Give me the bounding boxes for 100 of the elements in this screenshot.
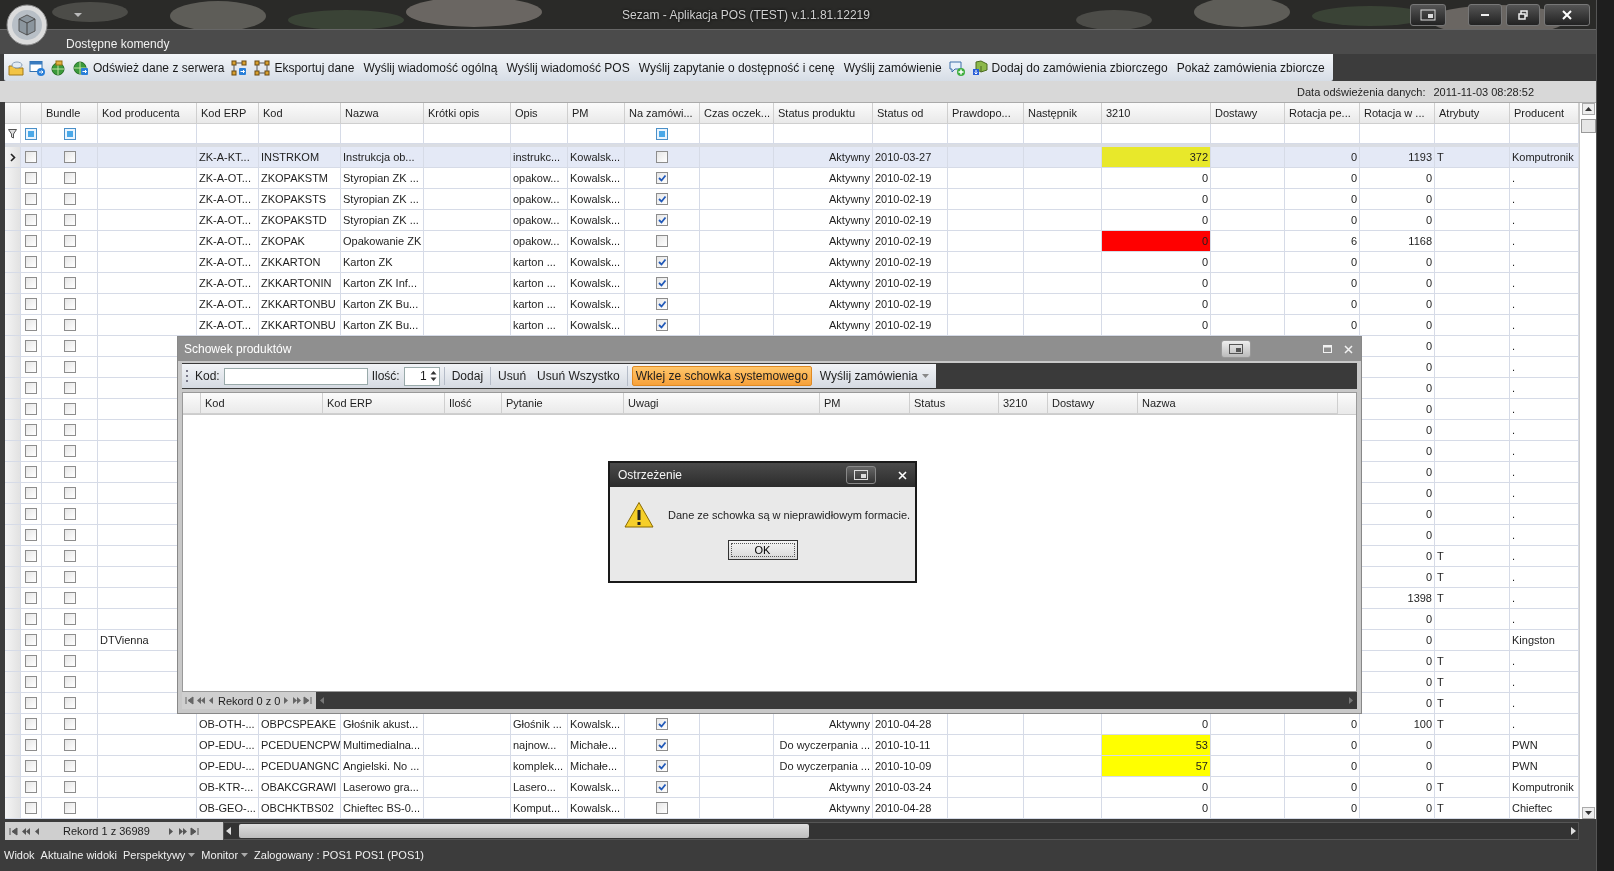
maximize-button[interactable]	[1506, 3, 1540, 26]
checkbox[interactable]	[63, 508, 76, 520]
checkbox[interactable]	[63, 592, 76, 604]
status-dropdown[interactable]: Perspektywy	[123, 849, 196, 861]
checkbox[interactable]	[63, 634, 76, 646]
checkbox[interactable]	[656, 802, 668, 814]
minimize-button[interactable]	[1468, 3, 1502, 26]
checkbox[interactable]	[25, 781, 37, 793]
checkbox[interactable]	[25, 655, 37, 667]
table-row[interactable]: OP-EDU-... PCEDUANGNC Angielski. No ... komplek... Michałe... Do wyczerpania ... 2010-10-09 57 0 0 PWN	[5, 756, 1579, 777]
checkbox[interactable]	[25, 151, 37, 163]
checkbox[interactable]	[63, 298, 76, 310]
checkbox[interactable]	[656, 172, 668, 184]
column-header[interactable]: Ilość	[445, 393, 502, 414]
horizontal-scrollbar[interactable]	[223, 822, 1579, 840]
checkbox[interactable]	[63, 193, 76, 205]
checkbox[interactable]	[63, 781, 76, 793]
checkbox[interactable]	[25, 277, 37, 289]
checkbox[interactable]	[25, 256, 37, 268]
filter-cell[interactable]	[259, 124, 341, 144]
checkbox[interactable]	[63, 256, 76, 268]
filter-cell[interactable]	[1360, 124, 1435, 144]
checkbox[interactable]	[63, 571, 76, 583]
scroll-thumb[interactable]	[239, 824, 809, 838]
row-header[interactable]	[5, 124, 21, 144]
checkbox[interactable]	[25, 550, 37, 562]
checkbox[interactable]	[63, 214, 76, 226]
checkbox[interactable]	[25, 634, 37, 646]
window-button[interactable]	[1410, 3, 1446, 26]
table-row[interactable]: OB-KTR-... OBAKCGRAWI Laserowo gra... Lasero... Kowalsk... Aktywny 2010-03-24 0 0 0 T Komputronik	[5, 777, 1579, 798]
checkbox[interactable]	[63, 445, 76, 457]
toolbar-button[interactable]: Pokaż zamówienia zbiorcze	[1174, 58, 1327, 77]
checkbox[interactable]	[63, 760, 76, 772]
checkbox[interactable]	[25, 613, 37, 625]
toolbar-button[interactable]: Odśwież dane z serwera	[71, 57, 227, 78]
checkbox[interactable]	[63, 361, 76, 373]
checkbox[interactable]	[63, 655, 76, 667]
checkbox[interactable]	[25, 697, 37, 709]
column-header[interactable]: Kod	[201, 393, 323, 414]
checkbox[interactable]	[63, 424, 76, 436]
checkbox[interactable]	[63, 529, 76, 541]
filter-cell[interactable]	[21, 124, 42, 144]
table-row[interactable]: OP-EDU-... PCEDUENCPW Multimedialna... najnow... Michałe... Do wyczerpania ... 2010-10-11 53 0 0 PWN	[5, 735, 1579, 756]
status-menu[interactable]: Aktualne widoki	[40, 849, 117, 861]
last-page-icon[interactable]	[303, 696, 314, 705]
checkbox[interactable]	[63, 340, 76, 352]
toolbar-button[interactable]: Wyślij zamówienie	[841, 58, 944, 77]
column-header[interactable]: Pytanie	[502, 393, 624, 414]
toolbar-button[interactable]: Dodaj do zamówienia zbiorczego	[969, 57, 1170, 78]
folder-icon[interactable]	[8, 59, 24, 76]
checkbox[interactable]	[63, 466, 76, 478]
filter-cell[interactable]	[424, 124, 511, 144]
ok-button[interactable]: OK	[727, 540, 798, 560]
table-row[interactable]: OB-GEO-... OBCHKTBS02 Chieftec BS-0... Komput... Kowalsk... Aktywny 2010-04-28 0 0 0 T Chieftec	[5, 798, 1579, 819]
table-row[interactable]: ZK-A-OT... ZKKARTONBU Karton ZK Bu... karton ... Kowalsk... Aktywny 2010-02-19 0 0 0 .	[5, 294, 1579, 315]
nodes-icon[interactable]	[231, 59, 248, 76]
column-header[interactable]: Dostawy	[1048, 393, 1138, 414]
table-row[interactable]: ZK-A-KT... INSTRKOM Instrukcja ob... instrukc... Kowalsk... Aktywny 2010-03-27 372 0 1193 T Komputronik	[5, 147, 1579, 168]
column-header[interactable]: 3210	[999, 393, 1048, 414]
filter-icon[interactable]	[8, 128, 17, 139]
filter-cell[interactable]	[774, 124, 873, 144]
checkbox[interactable]	[25, 235, 37, 247]
checkbox[interactable]	[63, 151, 76, 163]
grip-icon[interactable]	[186, 369, 189, 383]
checkbox[interactable]	[656, 235, 668, 247]
checkbox[interactable]	[25, 340, 37, 352]
checkbox[interactable]	[25, 802, 37, 814]
checkbox[interactable]	[25, 760, 37, 772]
speech-bubble-icon[interactable]	[948, 59, 965, 76]
column-header[interactable]: Uwagi	[624, 393, 820, 414]
checkbox[interactable]	[63, 403, 76, 415]
quantity-spinner[interactable]: 1	[403, 366, 440, 386]
checkbox[interactable]	[656, 214, 668, 226]
status-dropdown[interactable]: Monitor	[201, 849, 249, 861]
checkbox[interactable]	[25, 466, 37, 478]
checkbox[interactable]	[25, 445, 37, 457]
checkbox[interactable]	[63, 382, 76, 394]
checkbox[interactable]	[25, 739, 37, 751]
checkbox[interactable]	[63, 235, 76, 247]
checkbox[interactable]	[25, 193, 37, 205]
status-menu[interactable]: Widok	[4, 849, 35, 861]
next-page-icon[interactable]	[177, 826, 188, 836]
row-header[interactable]	[5, 147, 21, 168]
checkbox[interactable]	[656, 760, 668, 772]
previous-page-icon[interactable]	[196, 696, 206, 705]
checkbox[interactable]	[656, 739, 668, 751]
toolbar-button[interactable]: Wklej ze schowka systemowego	[631, 366, 812, 386]
checkbox[interactable]	[25, 487, 37, 499]
filter-checkbox-icon[interactable]	[25, 127, 37, 140]
checkbox[interactable]	[63, 676, 76, 688]
scroll-right-icon[interactable]	[1569, 826, 1578, 836]
checkbox[interactable]	[25, 214, 37, 226]
next-page-icon[interactable]	[292, 696, 303, 705]
column-header[interactable]: Nazwa	[1138, 393, 1338, 414]
filter-checkbox-icon[interactable]	[63, 127, 76, 140]
table-row[interactable]: ZK-A-OT... ZKOPAKSTD Styropian ZK ... opakow... Kowalsk... Aktywny 2010-02-19 0 0 0 .	[5, 210, 1579, 231]
checkbox[interactable]	[25, 172, 37, 184]
table-row[interactable]: ZK-A-OT... ZKKARTON Karton ZK karton ... Kowalsk... Aktywny 2010-02-19 0 0 0 .	[5, 252, 1579, 273]
filter-cell[interactable]	[511, 124, 568, 144]
filter-cell[interactable]	[197, 124, 259, 144]
